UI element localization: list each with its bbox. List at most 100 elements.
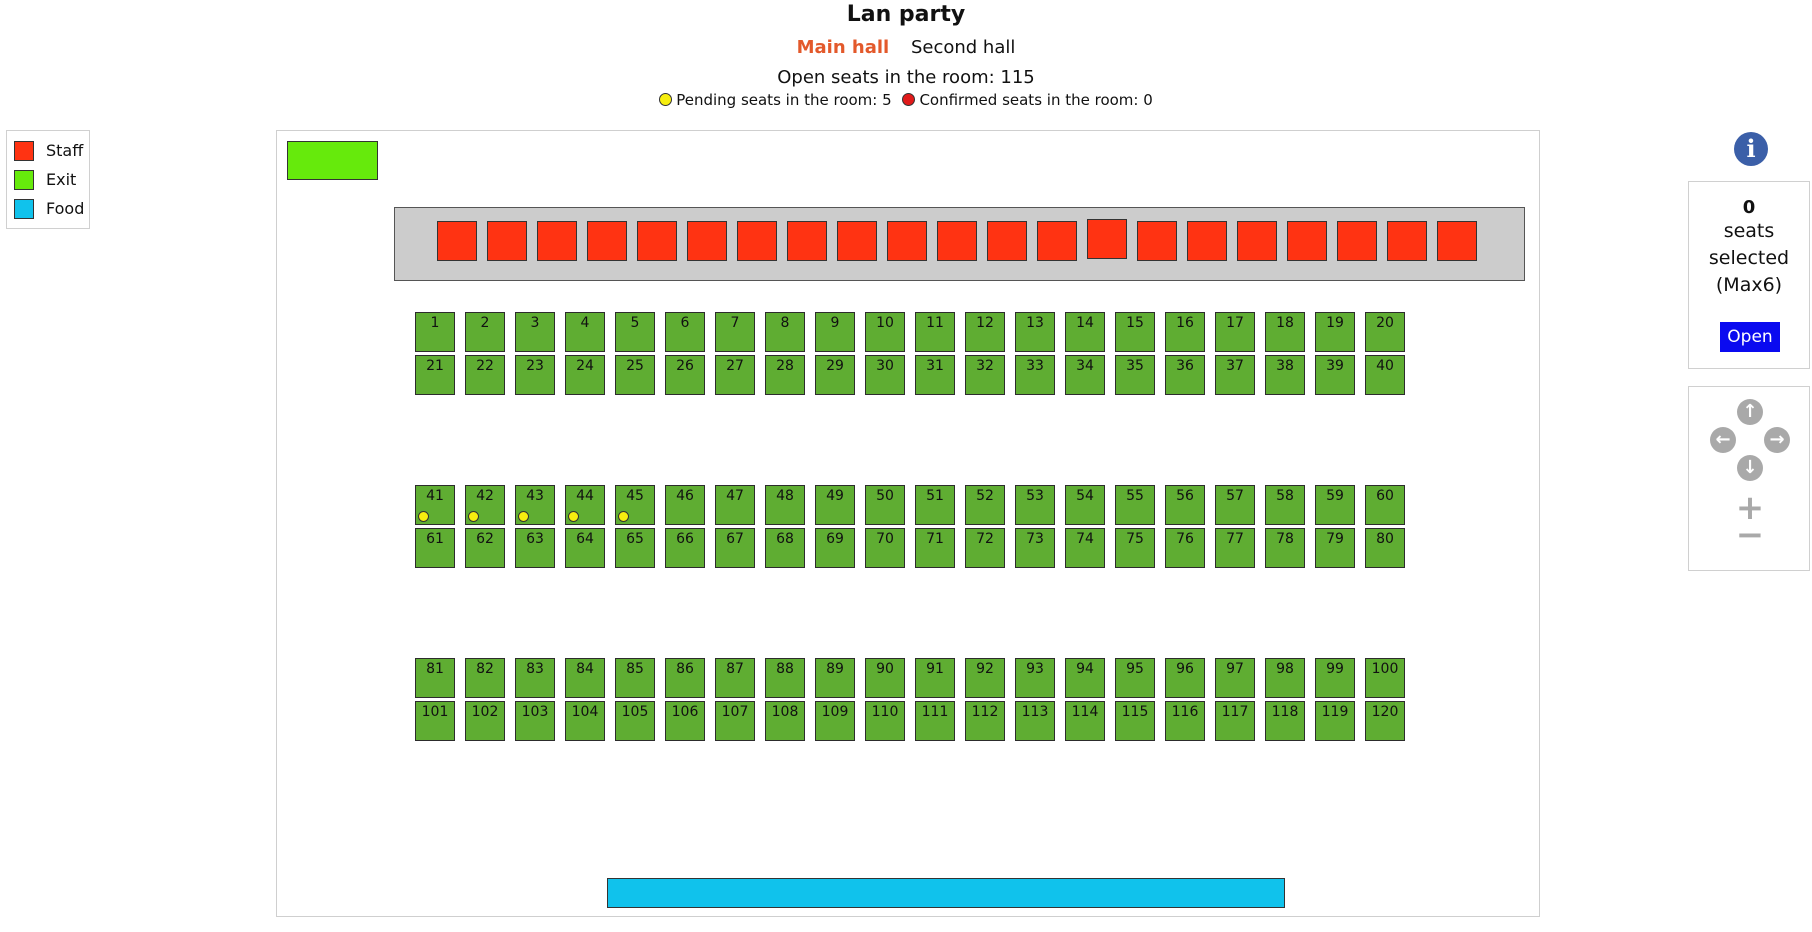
seat-18[interactable]: 18 [1265,312,1305,352]
seat-62[interactable]: 62 [465,528,505,568]
tab-main-hall[interactable]: Main hall [797,37,890,58]
seat-37[interactable]: 37 [1215,355,1255,395]
seat-77[interactable]: 77 [1215,528,1255,568]
seat-107[interactable]: 107 [715,701,755,741]
seat-28[interactable]: 28 [765,355,805,395]
seat-91[interactable]: 91 [915,658,955,698]
seat-19[interactable]: 19 [1315,312,1355,352]
seat-106[interactable]: 106 [665,701,705,741]
seat-82[interactable]: 82 [465,658,505,698]
seat-35[interactable]: 35 [1115,355,1155,395]
seat-34[interactable]: 34 [1065,355,1105,395]
seat-78[interactable]: 78 [1265,528,1305,568]
seat-65[interactable]: 65 [615,528,655,568]
seat-68[interactable]: 68 [765,528,805,568]
seat-15[interactable]: 15 [1115,312,1155,352]
seat-47[interactable]: 47 [715,485,755,525]
seat-58[interactable]: 58 [1265,485,1305,525]
seat-10[interactable]: 10 [865,312,905,352]
seat-12[interactable]: 12 [965,312,1005,352]
seat-102[interactable]: 102 [465,701,505,741]
seat-7[interactable]: 7 [715,312,755,352]
seat-112[interactable]: 112 [965,701,1005,741]
seat-117[interactable]: 117 [1215,701,1255,741]
seat-33[interactable]: 33 [1015,355,1055,395]
seat-103[interactable]: 103 [515,701,555,741]
seat-32[interactable]: 32 [965,355,1005,395]
seat-116[interactable]: 116 [1165,701,1205,741]
seat-57[interactable]: 57 [1215,485,1255,525]
seat-54[interactable]: 54 [1065,485,1105,525]
seat-56[interactable]: 56 [1165,485,1205,525]
seat-27[interactable]: 27 [715,355,755,395]
arrow-down-icon[interactable]: ↓ [1737,455,1763,481]
seat-61[interactable]: 61 [415,528,455,568]
seat-89[interactable]: 89 [815,658,855,698]
seat-23[interactable]: 23 [515,355,555,395]
seat-26[interactable]: 26 [665,355,705,395]
seat-69[interactable]: 69 [815,528,855,568]
seat-70[interactable]: 70 [865,528,905,568]
seat-5[interactable]: 5 [615,312,655,352]
seat-45[interactable]: 45 [615,485,655,525]
seat-118[interactable]: 118 [1265,701,1305,741]
seat-53[interactable]: 53 [1015,485,1055,525]
seat-98[interactable]: 98 [1265,658,1305,698]
seat-51[interactable]: 51 [915,485,955,525]
seat-74[interactable]: 74 [1065,528,1105,568]
seat-114[interactable]: 114 [1065,701,1105,741]
seat-101[interactable]: 101 [415,701,455,741]
seat-97[interactable]: 97 [1215,658,1255,698]
seat-42[interactable]: 42 [465,485,505,525]
seat-64[interactable]: 64 [565,528,605,568]
seat-96[interactable]: 96 [1165,658,1205,698]
seat-104[interactable]: 104 [565,701,605,741]
seat-93[interactable]: 93 [1015,658,1055,698]
seat-99[interactable]: 99 [1315,658,1355,698]
seat-43[interactable]: 43 [515,485,555,525]
open-button[interactable]: Open [1720,322,1780,352]
seat-29[interactable]: 29 [815,355,855,395]
seat-8[interactable]: 8 [765,312,805,352]
seat-31[interactable]: 31 [915,355,955,395]
seat-16[interactable]: 16 [1165,312,1205,352]
seat-88[interactable]: 88 [765,658,805,698]
seat-100[interactable]: 100 [1365,658,1405,698]
seat-73[interactable]: 73 [1015,528,1055,568]
seat-20[interactable]: 20 [1365,312,1405,352]
seat-92[interactable]: 92 [965,658,1005,698]
seat-52[interactable]: 52 [965,485,1005,525]
seat-113[interactable]: 113 [1015,701,1055,741]
seat-90[interactable]: 90 [865,658,905,698]
seat-11[interactable]: 11 [915,312,955,352]
seat-63[interactable]: 63 [515,528,555,568]
seat-59[interactable]: 59 [1315,485,1355,525]
seat-14[interactable]: 14 [1065,312,1105,352]
seat-80[interactable]: 80 [1365,528,1405,568]
seat-60[interactable]: 60 [1365,485,1405,525]
seat-111[interactable]: 111 [915,701,955,741]
seat-38[interactable]: 38 [1265,355,1305,395]
seat-22[interactable]: 22 [465,355,505,395]
seat-55[interactable]: 55 [1115,485,1155,525]
seat-4[interactable]: 4 [565,312,605,352]
seat-119[interactable]: 119 [1315,701,1355,741]
arrow-up-icon[interactable]: ↑ [1737,399,1763,425]
seat-25[interactable]: 25 [615,355,655,395]
seat-109[interactable]: 109 [815,701,855,741]
seat-67[interactable]: 67 [715,528,755,568]
seat-110[interactable]: 110 [865,701,905,741]
seat-17[interactable]: 17 [1215,312,1255,352]
seat-41[interactable]: 41 [415,485,455,525]
seat-86[interactable]: 86 [665,658,705,698]
seat-48[interactable]: 48 [765,485,805,525]
seat-66[interactable]: 66 [665,528,705,568]
seat-84[interactable]: 84 [565,658,605,698]
seat-87[interactable]: 87 [715,658,755,698]
seat-94[interactable]: 94 [1065,658,1105,698]
seat-2[interactable]: 2 [465,312,505,352]
info-icon[interactable]: i [1734,132,1768,166]
seat-71[interactable]: 71 [915,528,955,568]
seat-72[interactable]: 72 [965,528,1005,568]
seat-36[interactable]: 36 [1165,355,1205,395]
